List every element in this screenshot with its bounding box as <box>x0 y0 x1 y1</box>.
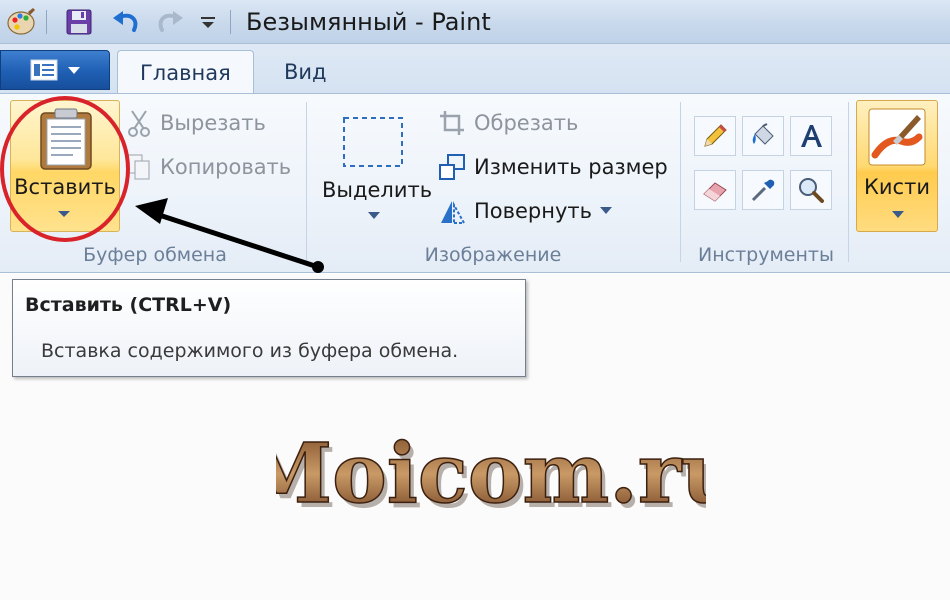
annotation-arrow <box>135 198 324 273</box>
